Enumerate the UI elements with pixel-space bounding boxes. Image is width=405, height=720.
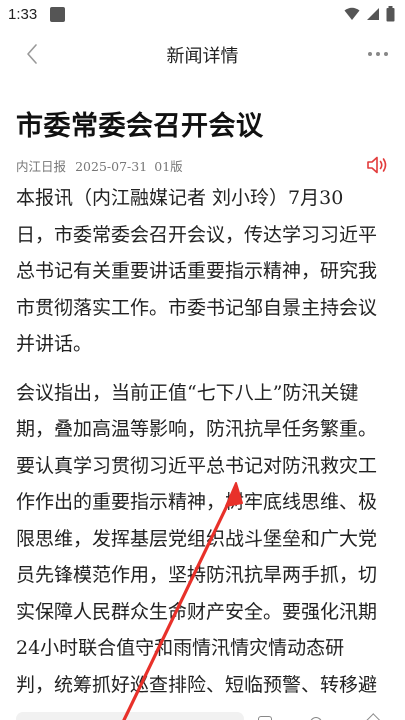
paragraph-line: 实保障人民群众生命财产安全。要强化汛期 [16,600,378,623]
paragraph-line: 日，市委常委会召开会议，传达学习习近平 [16,223,378,246]
status-time: 1:33 [8,6,38,23]
comment-input[interactable] [16,712,244,720]
wifi-icon [344,7,360,20]
status-icons [344,6,395,22]
nav-bar: 新闻详情 [0,30,405,78]
more-dots-icon [368,52,388,56]
paragraph-line: 总书记有关重要讲话重要指示精神，研究我 [16,260,378,282]
paragraph-line: 期，叠加高温等影响，防汛抗旱任务繁重。 [16,418,378,440]
article-page: 01版 [154,159,183,174]
read-aloud-button[interactable] [365,154,389,176]
paragraph-line: 判，统筹抓好巡查排险、短临预警、转移避 [16,673,378,696]
page-title: 新闻详情 [166,46,239,67]
article-title: 市委常委会召开会议 [16,111,264,142]
paragraph-line: 要认真学习贯彻习近平总书记对防汛救灾工 [16,454,378,477]
paragraph-line: 会议指出，当前正值“七下八上”防汛关键 [16,381,359,404]
paragraph-line: 市贯彻落实工作。市委书记邹自景主持会议 [16,296,378,319]
article-date: 2025-07-31 [75,159,148,174]
article-meta: 内江日报 2025-07-31 01版 [16,156,391,176]
paragraph-line: 24小时联合值守和雨情汛情灾情动态研 [16,637,345,659]
signal-icon [367,8,379,20]
comment-icon[interactable] [258,716,272,720]
paragraph-line: 本报讯（内江融媒记者 刘小玲）7月30 [16,187,344,209]
paragraph-line: 员先锋模范作用，坚持防汛抗旱两手抓，切 [16,564,378,586]
article-paragraph: 本报讯（内江融媒记者 刘小玲）7月30 日，市委常委会召开会议，传达学习习近平 … [16,180,394,363]
speaker-icon [367,156,387,174]
notification-icon [50,7,65,22]
article-body: 本报讯（内江融媒记者 刘小玲）7月30 日，市委常委会召开会议，传达学习习近平 … [16,180,394,715]
article-source: 内江日报 [16,159,67,174]
article-paragraph: 会议指出，当前正值“七下八上”防汛关键 期，叠加高温等影响，防汛抗旱任务繁重。 … [16,375,394,704]
paragraph-line: 限思维，发挥基层党组织战斗堡垒和广大党 [16,527,378,550]
status-bar: 1:33 [0,0,405,30]
paragraph-line: 并讲话。 [16,333,93,355]
battery-icon [386,6,395,22]
more-button[interactable] [365,42,391,66]
paragraph-line: 作作出的重要指示精神，树牢底线思维、极 [16,491,378,513]
